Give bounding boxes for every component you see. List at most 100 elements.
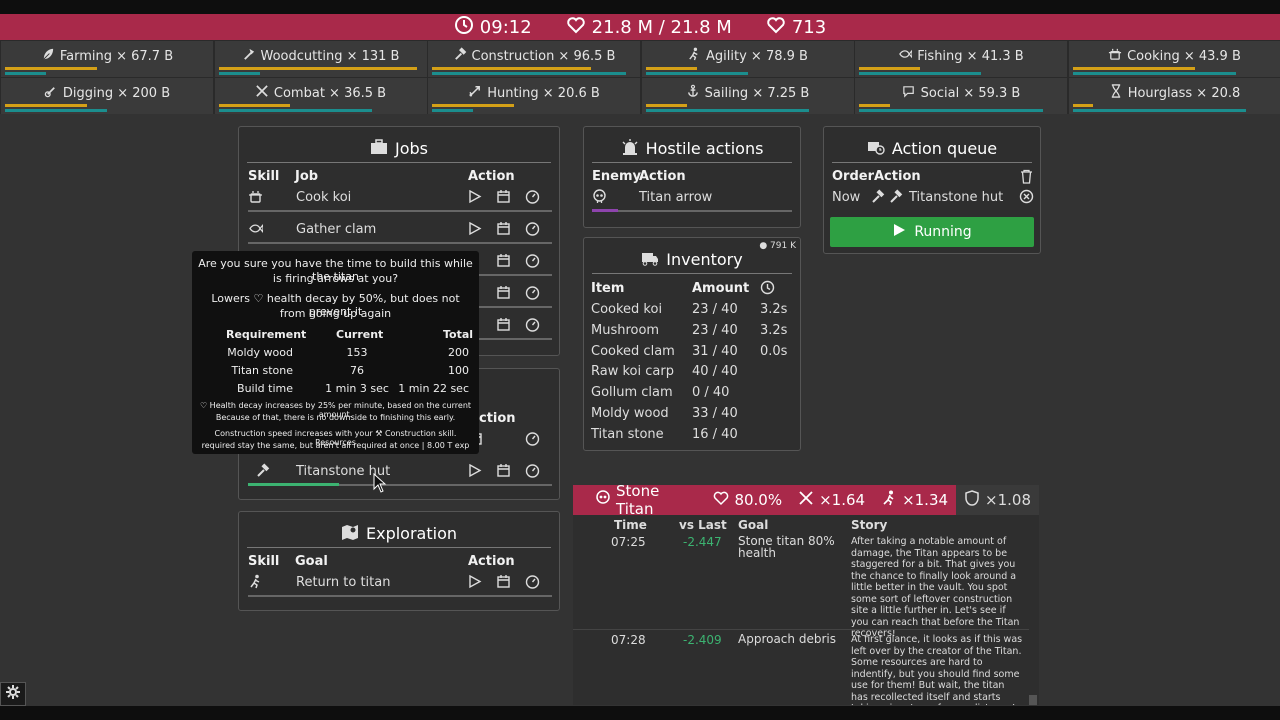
gauge-icon[interactable] <box>525 285 540 300</box>
calendar-icon[interactable] <box>496 253 511 268</box>
skill-progress-bar <box>1072 104 1093 107</box>
pot-icon <box>248 189 263 204</box>
status-bar: 09:12 21.8 M / 21.8 M 713 <box>0 14 1280 40</box>
job-name[interactable]: Cook koi <box>296 190 351 205</box>
gauge-icon[interactable] <box>525 189 540 204</box>
hostile-row-track <box>592 210 792 212</box>
remove-circle-icon[interactable] <box>1019 189 1034 204</box>
hostile-panel: Hostile actions Enemy Action Titan arrow <box>583 126 801 228</box>
inventory-amount: 23 / 40 <box>692 302 738 317</box>
story-col-goal: Goal <box>738 518 769 532</box>
skill-progress-bar-secondary <box>645 109 809 112</box>
skill-text: Agility × 78.9 B <box>706 48 808 64</box>
skill-tile[interactable]: Combat × 36.5 B <box>214 78 427 114</box>
story-time: 07:25 <box>611 535 646 549</box>
mouse-cursor-icon <box>373 472 387 493</box>
calendar-icon[interactable] <box>496 285 511 300</box>
skill-progress-bar <box>5 67 97 70</box>
calendar-icon[interactable] <box>496 317 511 332</box>
heart-icon <box>713 490 729 510</box>
hammer-icon <box>255 463 270 478</box>
anchor-icon <box>686 84 700 102</box>
heart-icon <box>766 15 786 40</box>
calendar-icon[interactable] <box>496 189 511 204</box>
skill-progress-bar <box>5 104 87 107</box>
skill-tile[interactable]: Fishing × 41.3 B <box>855 41 1067 77</box>
gauge-icon[interactable] <box>525 253 540 268</box>
job-name[interactable]: Gather clam <box>296 222 376 237</box>
story-scrollbar[interactable] <box>1029 695 1037 705</box>
queue-col-action: Action <box>874 169 921 184</box>
play-icon[interactable] <box>467 463 482 478</box>
gauge-icon[interactable] <box>525 574 540 589</box>
play-icon <box>892 223 906 241</box>
jobs-col-action: Action <box>468 169 515 184</box>
tooltip-tot: 200 <box>448 346 469 359</box>
story-goal: Stone titan 80% health <box>738 534 835 560</box>
titan-name: Stone Titan <box>616 482 660 518</box>
running-button[interactable]: Running <box>830 217 1034 247</box>
skill-tile[interactable]: Woodcutting × 131 B <box>214 41 427 77</box>
hostile-row-name: Titan arrow <box>639 190 713 205</box>
skill-tile[interactable]: Agility × 78.9 B <box>641 41 854 77</box>
inventory-time: 0.0s <box>760 343 788 359</box>
hourglass-icon <box>1109 84 1123 102</box>
skill-tile[interactable]: Social × 59.3 B <box>855 78 1067 114</box>
skull-icon <box>595 490 611 510</box>
titan-attack: ×1.64 <box>819 491 866 509</box>
skill-text: Sailing × 7.25 B <box>704 85 810 101</box>
skill-tile[interactable]: Cooking × 43.9 B <box>1068 41 1280 77</box>
inventory-item: Cooked clam <box>591 343 675 359</box>
shovel-icon <box>44 84 58 102</box>
arrow-icon <box>468 84 482 102</box>
settings-button[interactable] <box>0 682 26 706</box>
skill-tile[interactable]: Sailing × 7.25 B <box>641 78 854 114</box>
skill-tile[interactable]: Hourglass × 20.8 <box>1068 78 1280 114</box>
play-icon[interactable] <box>467 221 482 236</box>
skill-progress-bar <box>645 104 687 107</box>
exploration-row-name[interactable]: Return to titan <box>296 575 390 590</box>
story-vs-last: -2.409 <box>683 633 722 647</box>
inventory-time: 3.2s <box>760 322 788 338</box>
inventory-item: Cooked koi <box>591 302 663 317</box>
trash-icon[interactable] <box>1019 169 1034 184</box>
gauge-icon[interactable] <box>525 221 540 236</box>
skill-tile[interactable]: Construction × 96.5 B <box>428 41 640 77</box>
titan-story-table: Time vs Last Goal Story 07:25 -2.447 Stone… <box>573 515 1039 705</box>
story-text: After taking a notable amount of damage,… <box>851 536 1020 639</box>
skill-tile[interactable]: Digging × 200 B <box>1 78 213 114</box>
runner-icon <box>881 490 897 510</box>
story-time: 07:28 <box>611 633 646 647</box>
gauge-icon[interactable] <box>525 431 540 446</box>
calendar-icon[interactable] <box>496 463 511 478</box>
hostile-header: Hostile actions <box>592 135 792 163</box>
inventory-header: Inventory <box>592 246 792 274</box>
exploration-header: Exploration <box>247 520 551 548</box>
swords-icon <box>798 490 814 510</box>
skill-tile[interactable]: Farming × 67.7 B <box>1 41 213 77</box>
tooltip-req: Build time <box>237 382 293 395</box>
titan-speed: ×1.34 <box>902 491 949 509</box>
swords-icon <box>255 84 269 102</box>
hammer-icon <box>888 189 903 204</box>
play-icon[interactable] <box>467 189 482 204</box>
skill-label: Social × 59.3 B <box>855 84 1067 102</box>
inventory-item: Moldy wood <box>591 406 669 421</box>
story-goal: Approach debris <box>738 632 836 646</box>
calendar-icon[interactable] <box>496 221 511 236</box>
gauge-icon[interactable] <box>525 463 540 478</box>
play-icon[interactable] <box>467 574 482 589</box>
exploration-col-skill: Skill <box>248 554 280 569</box>
titan-defense: ×1.08 <box>985 491 1031 509</box>
job-row-track <box>248 242 552 244</box>
tooltip-cur: 153 <box>346 346 368 359</box>
titan-name-seg: Stone Titan <box>573 482 705 518</box>
skill-tile[interactable]: Hunting × 20.6 B <box>428 78 640 114</box>
skill-progress-bar-secondary <box>432 72 626 75</box>
heart-icon: ♡ <box>253 292 264 305</box>
calendar-icon[interactable] <box>496 574 511 589</box>
skill-label: Woodcutting × 131 B <box>215 47 427 65</box>
gauge-icon[interactable] <box>525 317 540 332</box>
inventory-amount: 33 / 40 <box>692 406 738 421</box>
skill-progress-bar-secondary <box>432 109 473 112</box>
